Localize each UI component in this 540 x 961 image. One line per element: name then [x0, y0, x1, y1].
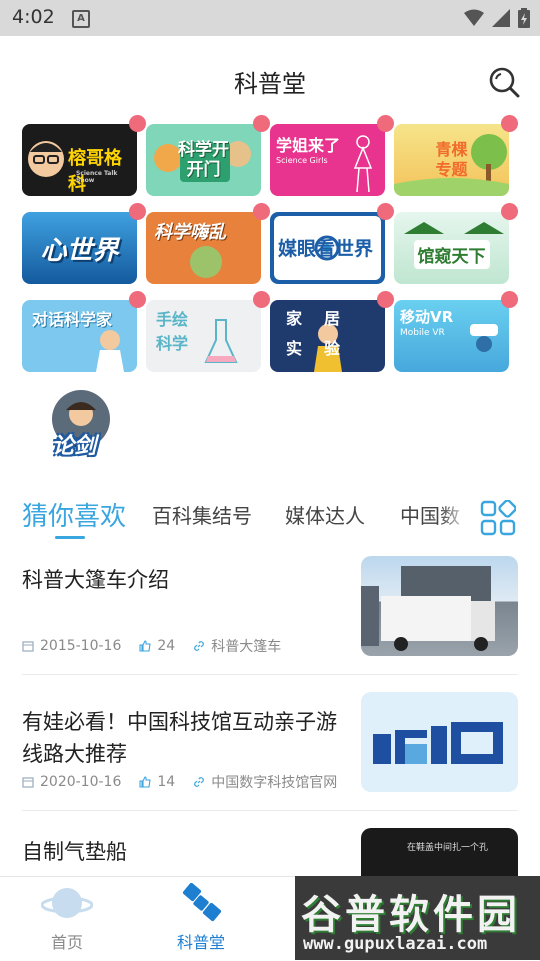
link-icon: [194, 777, 205, 787]
new-badge: [253, 115, 270, 132]
category-label: 对话科学家: [32, 310, 113, 329]
signal-icon: [492, 9, 510, 27]
tabs-fade: [440, 492, 470, 542]
article-likes: 24: [157, 638, 176, 654]
article-likes: 14: [157, 774, 176, 790]
category-label: 媒眼看世界: [278, 238, 374, 260]
museum-logo-icon: [373, 722, 503, 764]
calendar-icon: [22, 641, 34, 652]
new-badge: [501, 203, 518, 220]
category-tile[interactable]: 科学嗨乱: [146, 203, 270, 284]
article-meta: 2020-10-16 14 中国数字科技馆官网: [22, 772, 341, 792]
category-label: 家居实验: [286, 309, 363, 358]
category-tile[interactable]: 榕哥格科 Science Talk Show: [22, 115, 146, 196]
nav-home[interactable]: 首页: [12, 883, 122, 953]
planet-icon: [40, 888, 94, 918]
category-tile[interactable]: 学姐来了 Science Girls: [270, 115, 394, 196]
thumbs-up-icon: [139, 776, 152, 788]
nav-label: 首页: [50, 933, 83, 952]
category-label: 科学嗨乱: [154, 222, 226, 243]
truck-photo-icon: [361, 566, 495, 651]
new-badge: [129, 115, 146, 132]
new-badge: [501, 115, 518, 132]
new-badge: [377, 291, 394, 308]
tab-media-experts[interactable]: 媒体达人: [285, 500, 365, 529]
tab-encyclopedia[interactable]: 百科集结号: [152, 500, 252, 529]
article-thumbnail: [361, 556, 518, 656]
grid-menu-icon: [480, 499, 517, 536]
category-label: 学姐来了: [276, 136, 341, 155]
thumbnail-caption: 在鞋盖中间扎一个孔: [407, 843, 489, 853]
search-button[interactable]: [488, 66, 520, 102]
article-date: 2015-10-16: [40, 638, 122, 654]
category-tile[interactable]: 心世界: [22, 203, 146, 284]
category-tile[interactable]: 馆窥天下: [394, 203, 518, 284]
battery-icon: [518, 8, 530, 28]
new-badge: [501, 291, 518, 308]
article-meta: 2015-10-16 24 科普大篷车: [22, 636, 285, 656]
calendar-icon: [22, 777, 34, 788]
new-badge: [129, 291, 146, 308]
link-icon: [194, 641, 205, 651]
category-subtitle: Science Girls: [276, 156, 328, 165]
thumbs-up-icon: [139, 640, 152, 652]
divider: [22, 810, 518, 811]
category-tile[interactable]: 青棵专题: [394, 115, 518, 196]
category-tile[interactable]: 手绘科学: [146, 291, 270, 372]
article-thumbnail: [361, 692, 518, 792]
tab-guess-you-like[interactable]: 猜你喜欢: [22, 496, 126, 533]
new-badge: [377, 115, 394, 132]
feed-tabs: 猜你喜欢 百科集结号 媒体达人 中国数: [0, 492, 540, 542]
page-header: 科普堂: [0, 36, 540, 126]
new-badge: [253, 203, 270, 220]
satellite-icon: [182, 882, 222, 922]
article-title: 科普大篷车介绍: [22, 568, 169, 592]
all-categories-button[interactable]: [480, 499, 517, 540]
page-title: 科普堂: [234, 70, 306, 98]
watermark-title: 谷普软件园: [301, 892, 521, 938]
new-badge: [129, 203, 146, 220]
category-label: 馆窥天下: [413, 239, 490, 269]
host-face-icon: [28, 141, 64, 177]
category-label: 心世界: [40, 235, 119, 266]
category-tile[interactable]: 家居实验: [270, 291, 394, 372]
watermark-url: www.gupuxlazai.com: [303, 934, 488, 954]
article-title: 有娃必看！中国科技馆互动亲子游线路大推荐: [22, 710, 337, 766]
category-subtitle: Mobile VR: [400, 328, 445, 338]
category-tile[interactable]: 移动VR Mobile VR: [394, 291, 518, 372]
nav-kepu-tang[interactable]: 科普堂: [146, 882, 256, 953]
girl-silhouette-icon: [353, 135, 373, 193]
article-source: 科普大篷车: [211, 639, 282, 655]
article-thumbnail: 在鞋盖中间扎一个孔: [361, 828, 518, 876]
new-badge: [377, 203, 394, 220]
watermark: 谷普软件园 www.gupuxlazai.com: [295, 876, 540, 960]
search-icon: [489, 67, 520, 98]
nav-label: 科普堂: [176, 933, 225, 952]
status-bar: 4:02 A: [0, 0, 540, 36]
lunjian-label: 论剑: [52, 434, 97, 459]
divider: [22, 674, 518, 675]
category-label: 青棵专题: [435, 140, 468, 179]
article-source: 中国数字科技馆官网: [211, 775, 338, 791]
active-tab-indicator: [55, 536, 85, 539]
category-subtitle: Science Talk Show: [76, 170, 118, 184]
category-tile[interactable]: 科学开开门: [146, 115, 270, 196]
category-label: 手绘科学: [156, 310, 189, 353]
article-item[interactable]: 自制气垫船 在鞋盖中间扎一个孔: [22, 828, 518, 876]
category-label: 移动VR: [400, 308, 454, 326]
category-tile[interactable]: 媒眼看世界: [270, 203, 394, 284]
status-time: 4:02: [12, 6, 55, 28]
category-tile[interactable]: 对话科学家: [22, 291, 146, 372]
notification-icon: A: [72, 10, 90, 28]
category-label: 科学开开门: [178, 140, 229, 180]
article-item[interactable]: 有娃必看！中国科技馆互动亲子游线路大推荐 2020-10-16 14 中国数字科…: [22, 692, 518, 802]
article-date: 2020-10-16: [40, 774, 122, 790]
wifi-icon: [464, 9, 484, 26]
article-title: 自制气垫船: [22, 840, 127, 864]
article-item[interactable]: 科普大篷车介绍 2015-10-16 24 科普大篷车: [22, 556, 518, 666]
new-badge: [253, 291, 270, 308]
